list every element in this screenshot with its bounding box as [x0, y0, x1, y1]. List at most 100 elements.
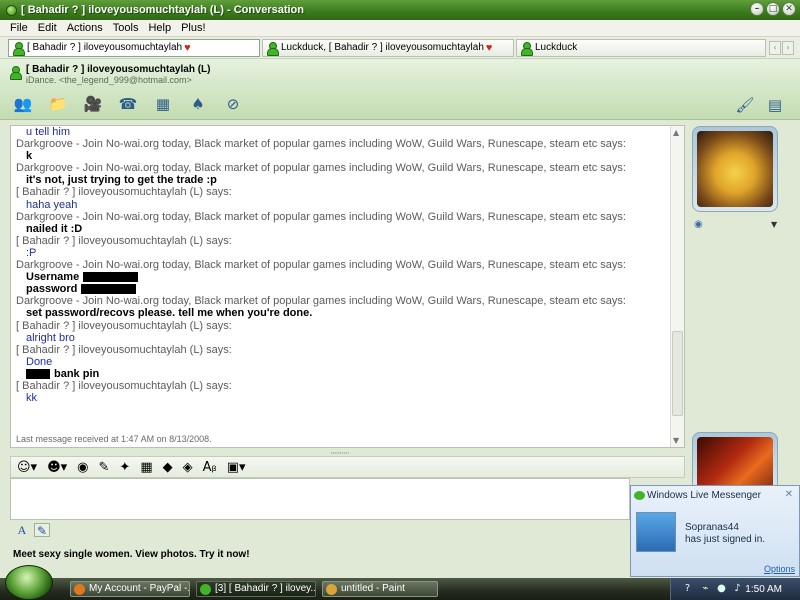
paintbrush-icon[interactable]: 🖌: [734, 94, 756, 116]
wink-icon[interactable]: ☻▾: [47, 460, 67, 475]
minimize-button[interactable]: –: [750, 2, 764, 16]
menu-actions[interactable]: Actions: [67, 22, 103, 34]
webcam-status-icon[interactable]: ◉: [694, 219, 703, 230]
notification-close-icon[interactable]: ✕: [785, 489, 793, 500]
message-text: kk: [16, 392, 666, 404]
display-picture-menu-icon[interactable]: ▼: [771, 220, 777, 229]
tab-group-chat[interactable]: Luckduck, [ Bahadir ? ] iloveyousomuchta…: [262, 38, 514, 57]
conversation-scrollbar[interactable]: ▲ ▼: [670, 126, 684, 447]
message-content: [ Bahadir ? ] iloveyousomuchtaylah (L) s…: [16, 343, 232, 356]
messenger-icon: [6, 4, 17, 16]
message-content: :P: [26, 246, 37, 259]
contact-display-picture[interactable]: [692, 126, 778, 212]
contact-icon: [13, 41, 25, 56]
heart-icon: ♥: [184, 41, 191, 54]
menu-tools[interactable]: Tools: [113, 22, 139, 34]
image-icon[interactable]: ▦: [140, 460, 152, 475]
nudge-icon[interactable]: ◉: [77, 460, 88, 475]
menu-plus[interactable]: Plus!: [181, 22, 205, 34]
volume-icon[interactable]: ♪: [732, 583, 743, 594]
message-input[interactable]: [10, 478, 630, 520]
clock: 1:50 AM: [745, 584, 782, 595]
tab-scroll-left-icon[interactable]: ‹: [769, 41, 781, 55]
message-sender: Darkgroove - Join No-wai.org today, Blac…: [16, 295, 666, 307]
heart-icon: ♥: [485, 41, 493, 54]
message-content: Darkgroove - Join No-wai.org today, Blac…: [16, 138, 626, 151]
voice-clip-icon[interactable]: ✎: [99, 460, 110, 475]
scroll-down-icon[interactable]: ▼: [673, 436, 679, 445]
tab-luckduck[interactable]: Luckduck: [516, 38, 766, 57]
maximize-button[interactable]: □: [766, 2, 780, 16]
handwriting-icon[interactable]: ✎: [34, 523, 50, 538]
contact-header: [ Bahadir ? ] iloveyousomuchtaylah (L) i…: [0, 59, 800, 88]
message-content: password: [26, 283, 78, 296]
message-content: k: [26, 150, 33, 163]
notification-title: Windows Live Messenger: [647, 490, 761, 501]
message-sender: [ Bahadir ? ] iloveyousomuchtaylah (L) s…: [16, 186, 666, 198]
messenger-tray-icon[interactable]: ●: [716, 583, 727, 594]
message-content: [ Bahadir ? ] iloveyousomuchtaylah (L) s…: [16, 186, 232, 199]
message-sender: Darkgroove - Join No-wai.org today, Blac…: [16, 138, 666, 150]
redacted-block: [26, 368, 50, 379]
message-text: u tell him: [16, 126, 666, 138]
block-icon[interactable]: ⊘: [222, 93, 244, 115]
message-sender: [ Bahadir ? ] iloveyousomuchtaylah (L) s…: [16, 235, 666, 247]
menu-file[interactable]: File: [10, 22, 28, 34]
conversation-toolbar: 👥 📁 🎥 ☎ ▦ ♠ ⊘ 🖌 ▤: [0, 88, 800, 120]
scroll-up-icon[interactable]: ▲: [673, 128, 679, 137]
tab-scroll-right-icon[interactable]: ›: [782, 41, 794, 55]
message-text: k: [16, 150, 666, 162]
emoticon-icon[interactable]: ☺▾: [17, 460, 37, 475]
start-button[interactable]: [5, 565, 53, 600]
message-text: alright bro: [16, 332, 666, 344]
message-text: bank pin: [16, 368, 666, 380]
tab-label: Luckduck: [535, 42, 578, 53]
redacted-block: [81, 284, 137, 295]
background-icon[interactable]: ▣▾: [227, 460, 246, 475]
taskbar-item-paint[interactable]: untitled - Paint: [322, 581, 438, 597]
network-icon[interactable]: ⌁: [700, 583, 711, 594]
menu-edit[interactable]: Edit: [38, 22, 57, 34]
call-icon[interactable]: ☎: [117, 93, 139, 115]
title-bar: [ Bahadir ? ] iloveyousomuchtaylah (L) -…: [0, 0, 800, 20]
plus-tools-icon[interactable]: ✦: [119, 460, 130, 475]
close-button[interactable]: ✕: [782, 2, 796, 16]
options-menu-icon[interactable]: ▤: [764, 94, 786, 116]
message-sender: [ Bahadir ? ] iloveyousomuchtaylah (L) s…: [16, 380, 666, 392]
tab-label: [ Bahadir ? ] iloveyousomuchtaylah: [27, 42, 183, 53]
taskbar-item-paypal[interactable]: My Account - PayPal -...: [70, 581, 190, 597]
menu-help[interactable]: Help: [148, 22, 171, 34]
text-font-icon[interactable]: A: [14, 523, 30, 537]
message-content: [ Bahadir ? ] iloveyousomuchtaylah (L) s…: [16, 379, 232, 392]
message-sender: Darkgroove - Join No-wai.org today, Blac…: [16, 162, 666, 174]
task-label: [3] [ Bahadir ? ] ilovey...: [215, 583, 316, 594]
last-message-status: Last message received at 1:47 AM on 8/13…: [16, 434, 212, 444]
webcam-icon[interactable]: 🎥: [82, 93, 104, 115]
sign-in-notification[interactable]: Windows Live Messenger ✕ Sopranas44 has …: [630, 485, 800, 577]
menu-bar: File Edit Actions Tools Help Plus!: [0, 20, 800, 37]
scrollbar-thumb[interactable]: [672, 331, 683, 416]
conversation-history[interactable]: u tell him Darkgroove - Join No-wai.org t…: [10, 125, 685, 448]
gift-icon[interactable]: ◆: [163, 460, 173, 475]
message-list: u tell him Darkgroove - Join No-wai.org t…: [16, 126, 666, 404]
activities-icon[interactable]: ▦: [152, 93, 174, 115]
invite-contact-icon[interactable]: 👥: [12, 93, 34, 115]
contact-message: iDance. <the_legend_999@hotmail.com>: [26, 75, 192, 85]
help-icon[interactable]: ?: [682, 583, 693, 594]
games-icon[interactable]: ♠: [187, 93, 209, 115]
send-files-icon[interactable]: 📁: [47, 93, 69, 115]
tab-bahadir[interactable]: [ Bahadir ? ] iloveyousomuchtaylah ♥: [8, 38, 260, 57]
contact-icon: [267, 41, 279, 56]
my-display-picture[interactable]: [692, 432, 778, 492]
ad-banner[interactable]: Meet sexy single women. View photos. Try…: [13, 549, 250, 560]
paint-icon: [326, 584, 337, 595]
notification-options-link[interactable]: Options: [764, 564, 795, 574]
font-icon[interactable]: Aᵦ: [203, 460, 217, 475]
taskbar-item-conversation[interactable]: [3] [ Bahadir ? ] ilovey...: [196, 581, 316, 597]
message-sender: [ Bahadir ? ] iloveyousomuchtaylah (L) s…: [16, 320, 666, 332]
message-text: :P: [16, 247, 666, 259]
contact-avatar: [636, 512, 676, 552]
message-content: [ Bahadir ? ] iloveyousomuchtaylah (L) s…: [16, 234, 232, 247]
shield-icon[interactable]: ◈: [183, 460, 193, 475]
message-content: [ Bahadir ? ] iloveyousomuchtaylah (L) s…: [16, 319, 232, 332]
